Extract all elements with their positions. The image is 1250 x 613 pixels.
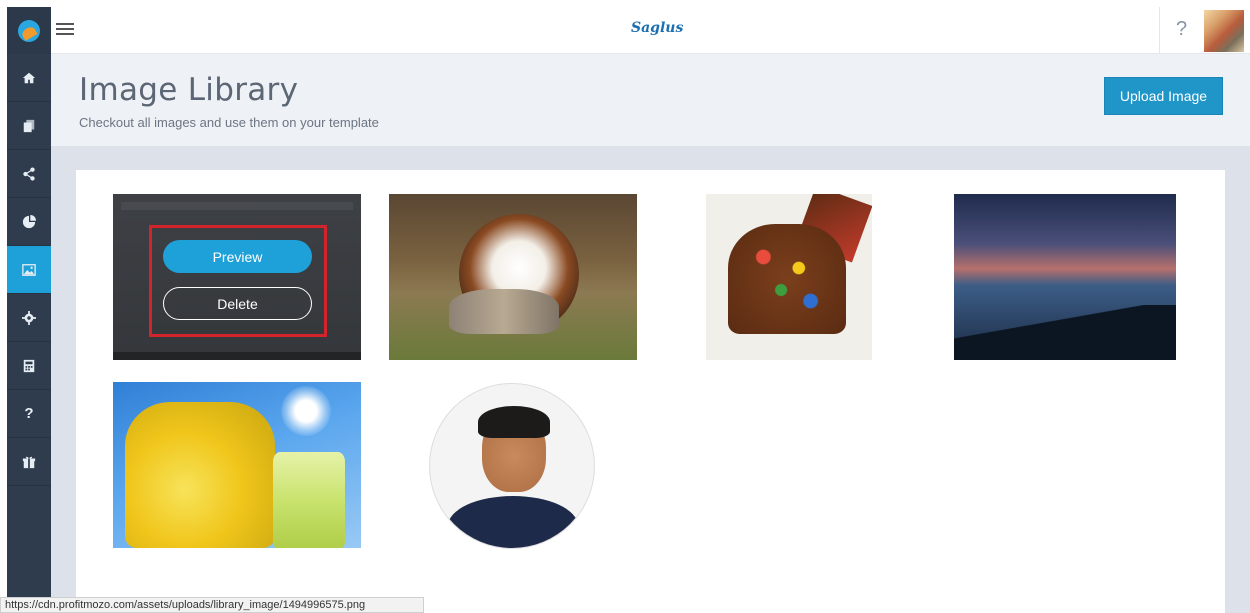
preview-button[interactable]: Preview xyxy=(163,240,312,273)
sidebar-item-gifts[interactable] xyxy=(7,438,51,486)
gear-icon xyxy=(22,310,36,325)
gift-icon xyxy=(22,456,36,468)
delete-button[interactable]: Delete xyxy=(163,287,312,320)
thumb-image xyxy=(125,402,275,548)
image-thumb-sunset-sea[interactable] xyxy=(954,194,1176,360)
app-root: ? Saglus ? Image Library Checkout all im… xyxy=(0,0,1250,613)
page-subtitle: Checkout all images and use them on your… xyxy=(79,115,379,130)
thumb-image-detail xyxy=(281,386,331,436)
calculator-icon xyxy=(23,359,35,372)
thumb-image xyxy=(728,224,846,334)
menu-toggle-icon[interactable] xyxy=(56,23,74,37)
user-avatar[interactable] xyxy=(1204,10,1244,52)
sidebar-item-reports[interactable] xyxy=(7,198,51,246)
image-thumb-profile-portrait[interactable] xyxy=(429,383,595,549)
page-title: Image Library xyxy=(79,72,299,108)
sidebar-item-home[interactable] xyxy=(7,54,51,102)
thumb-image-detail xyxy=(448,496,578,548)
logo-icon xyxy=(18,19,40,42)
brand-logo: Saglus xyxy=(631,20,684,36)
status-bar-url: https://cdn.profitmozo.com/assets/upload… xyxy=(0,597,424,613)
sidebar-item-images[interactable] xyxy=(7,246,51,294)
image-thumb-dog-and-kittens[interactable] xyxy=(389,194,637,360)
thumb-image-detail xyxy=(478,406,550,438)
page-header: Image Library Checkout all images and us… xyxy=(51,54,1250,146)
home-icon xyxy=(22,72,36,83)
image-thumb-candy-cake[interactable] xyxy=(706,194,872,360)
sidebar-item-settings[interactable] xyxy=(7,294,51,342)
share-icon xyxy=(23,166,35,181)
top-bar: Saglus ? xyxy=(51,7,1250,54)
topbar-divider xyxy=(1159,7,1160,53)
pie-chart-icon xyxy=(22,214,36,228)
image-icon xyxy=(22,263,36,276)
thumb-image-detail xyxy=(449,289,559,334)
question-icon: ? xyxy=(24,405,34,422)
thumb-image-detail xyxy=(273,452,345,548)
sidebar-item-help[interactable]: ? xyxy=(7,390,51,438)
upload-image-button[interactable]: Upload Image xyxy=(1104,77,1223,115)
thumb-image xyxy=(954,305,1176,360)
sidebar-item-pages[interactable] xyxy=(7,102,51,150)
sidebar: ? xyxy=(7,7,51,613)
pages-icon xyxy=(23,119,35,132)
sidebar-item-billing[interactable] xyxy=(7,342,51,390)
app-logo[interactable] xyxy=(7,7,51,54)
help-icon[interactable]: ? xyxy=(1176,18,1187,41)
sidebar-item-share[interactable] xyxy=(7,150,51,198)
image-thumb-lemonade[interactable] xyxy=(113,382,361,548)
